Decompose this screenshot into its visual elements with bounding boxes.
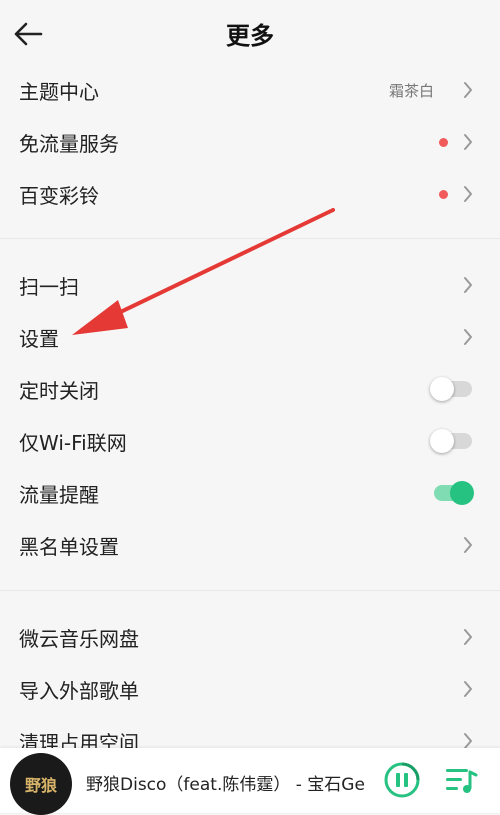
row-wifi-only: 仅Wi-Fi联网 (0, 415, 500, 467)
row-value: 霜茶白 (388, 81, 434, 100)
chevron-right-icon (464, 134, 472, 150)
row-label: 微云音乐网盘 (19, 626, 139, 651)
row-theme-center[interactable]: 主题中心 霜茶白 (0, 64, 500, 116)
row-scan[interactable]: 扫一扫 (0, 259, 500, 311)
wifi-only-toggle[interactable] (430, 427, 474, 455)
row-label: 导入外部歌单 (19, 678, 139, 703)
chevron-right-icon (464, 329, 472, 345)
notification-dot (439, 190, 448, 199)
data-reminder-toggle[interactable] (430, 479, 474, 507)
row-free-data-service[interactable]: 免流量服务 (0, 116, 500, 168)
row-label: 仅Wi-Fi联网 (19, 430, 127, 455)
toggle-knob (430, 429, 454, 453)
row-blacklist[interactable]: 黑名单设置 (0, 519, 500, 571)
album-cover[interactable]: 野狼 (10, 753, 72, 815)
row-label: 主题中心 (19, 79, 99, 104)
row-label: 免流量服务 (19, 131, 119, 156)
row-data-reminder: 流量提醒 (0, 467, 500, 519)
row-label: 流量提醒 (19, 482, 99, 507)
chevron-right-icon (464, 186, 472, 202)
toggle-knob (430, 377, 454, 401)
chevron-right-icon (464, 277, 472, 293)
row-label: 百变彩铃 (19, 183, 99, 208)
row-cloud-drive[interactable]: 微云音乐网盘 (0, 611, 500, 663)
row-label: 黑名单设置 (19, 534, 119, 559)
row-label: 定时关闭 (19, 378, 99, 403)
section-divider (0, 590, 500, 591)
toggle-knob (450, 481, 474, 505)
playlist-icon[interactable] (444, 764, 478, 796)
chevron-right-icon (464, 82, 472, 98)
sleep-timer-toggle[interactable] (430, 375, 474, 403)
section-divider (0, 238, 500, 239)
row-ringtone[interactable]: 百变彩铃 (0, 168, 500, 220)
row-settings[interactable]: 设置 (0, 311, 500, 363)
album-art-text: 野狼 (24, 776, 57, 795)
song-title: 野狼Disco（feat.陈伟霆） - 宝石Gem (86, 775, 366, 795)
play-pause-icon[interactable] (382, 760, 422, 800)
row-sleep-timer: 定时关闭 (0, 363, 500, 415)
header: 更多 (0, 0, 500, 68)
row-label: 设置 (19, 326, 59, 351)
notification-dot (439, 138, 448, 147)
chevron-right-icon (464, 629, 472, 645)
chevron-right-icon (464, 681, 472, 697)
chevron-right-icon (464, 537, 472, 553)
row-label: 扫一扫 (19, 274, 79, 299)
row-import-playlist[interactable]: 导入外部歌单 (0, 663, 500, 715)
page-title: 更多 (226, 22, 274, 50)
mini-player[interactable]: 野狼 野狼Disco（feat.陈伟霆） - 宝石Gem (0, 748, 500, 815)
